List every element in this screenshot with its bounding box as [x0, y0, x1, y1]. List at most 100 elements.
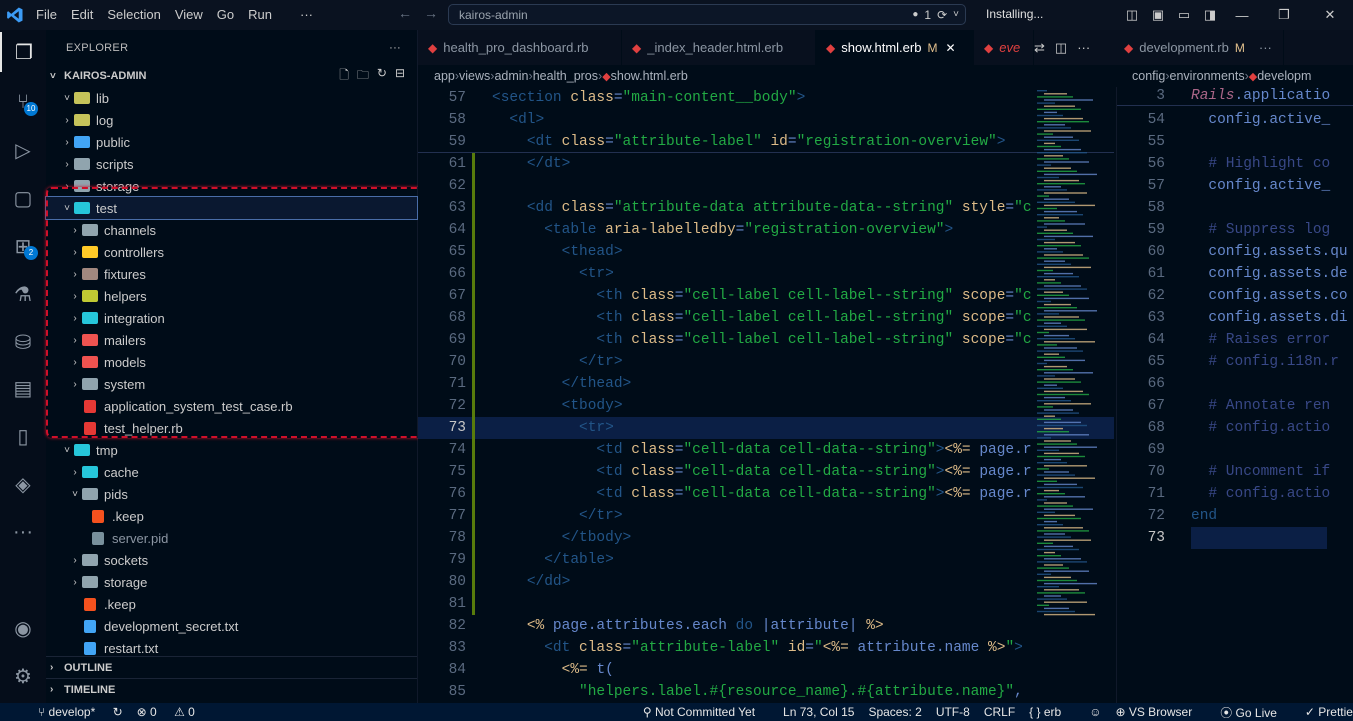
- breadcrumb-item[interactable]: environments: [1170, 69, 1245, 83]
- tab--index-header-html-erb[interactable]: ◆ _index_header.html.erb: [622, 30, 816, 65]
- go-live[interactable]: ⦿ Go Live: [1220, 704, 1291, 721]
- toggle-panel-icon[interactable]: ▭: [1171, 7, 1197, 23]
- copilot-status-icon[interactable]: ☺: [1089, 705, 1101, 719]
- menu-item-file[interactable]: File: [36, 0, 71, 30]
- minimap[interactable]: [1033, 87, 1105, 627]
- file-item[interactable]: development_secret.txt: [46, 615, 417, 637]
- source-control-icon[interactable]: ⑂ 10: [0, 82, 46, 122]
- timeline-section[interactable]: › TIMELINE: [46, 678, 417, 700]
- folder-item[interactable]: › sockets: [46, 549, 417, 571]
- tab-show-html-erb[interactable]: ◆ show.html.erb M ✕: [816, 30, 974, 65]
- file-item[interactable]: .keep: [46, 593, 417, 615]
- more-icon[interactable]: ···: [0, 512, 46, 552]
- breadcrumb-item[interactable]: admin: [494, 69, 528, 83]
- menu-item-edit[interactable]: Edit: [71, 0, 107, 30]
- more-actions-icon[interactable]: ···: [1259, 40, 1272, 55]
- new-file-icon[interactable]: 🗋: [339, 66, 349, 87]
- folder-item[interactable]: › models: [46, 351, 417, 373]
- close-tab-icon[interactable]: ✕: [945, 41, 955, 55]
- breadcrumb-item[interactable]: config: [1132, 69, 1165, 83]
- indentation[interactable]: Spaces: 2: [868, 705, 921, 719]
- run-debug-icon[interactable]: ▷: [0, 130, 46, 170]
- breadcrumb-item[interactable]: developm: [1257, 69, 1311, 83]
- folder-item[interactable]: › public: [46, 131, 417, 153]
- folder-item[interactable]: › storage: [46, 571, 417, 593]
- forward-arrow-icon[interactable]: →: [424, 5, 438, 21]
- line-number: 85: [448, 684, 466, 700]
- folder-item[interactable]: ˅ test: [45, 196, 418, 220]
- settings-gear-icon[interactable]: ⚙: [0, 656, 46, 696]
- folder-item[interactable]: › log: [46, 109, 417, 131]
- testing-icon[interactable]: ⚗: [0, 274, 46, 314]
- tab-eve[interactable]: ◆ eve ⇄ ◫ ···: [974, 30, 1090, 65]
- line-ending[interactable]: CRLF: [984, 705, 1015, 719]
- folder-item[interactable]: › controllers: [46, 241, 417, 263]
- project-header[interactable]: ˅ KAIROS-ADMIN 🗋 🗀 ↻ ⊟: [46, 65, 417, 87]
- folder-item[interactable]: › channels: [46, 219, 417, 241]
- prettier[interactable]: ✓ Prettier: [1305, 705, 1353, 719]
- remote-explorer-icon[interactable]: ▢: [0, 178, 46, 218]
- breadcrumb-item[interactable]: show.html.erb: [611, 69, 688, 83]
- folder-item[interactable]: › system: [46, 373, 417, 395]
- toggle-secondary-sidebar-icon[interactable]: ◨: [1197, 7, 1223, 23]
- folder-item[interactable]: › scripts: [46, 153, 417, 175]
- minimize-icon[interactable]: —: [1223, 8, 1261, 23]
- folder-item[interactable]: › storage: [46, 175, 417, 197]
- explorer-icon[interactable]: ❐: [0, 32, 46, 72]
- file-item[interactable]: server.pid: [46, 527, 417, 549]
- code-editor-right[interactable]: 3 Rails.applicatio 54 config.active_ 55 56 #…: [1116, 87, 1353, 703]
- tab-health-pro-dashboard-rb[interactable]: ◆ health_pro_dashboard.rb: [418, 30, 622, 65]
- breadcrumb-item[interactable]: app: [434, 69, 455, 83]
- folder-item[interactable]: ˅ lib: [46, 87, 417, 109]
- new-folder-icon[interactable]: 🗀: [357, 66, 369, 87]
- tab-development-rb[interactable]: ◆ development.rb M ···: [1114, 30, 1284, 65]
- folder-item[interactable]: › cache: [46, 461, 417, 483]
- collapse-all-icon[interactable]: ⊟: [395, 66, 405, 87]
- account-icon[interactable]: ◉: [0, 608, 46, 648]
- language-mode[interactable]: { } erb: [1029, 705, 1075, 719]
- vs-browser[interactable]: ⊕ VS Browser: [1115, 705, 1206, 719]
- folder-item[interactable]: › fixtures: [46, 263, 417, 285]
- breadcrumb-item[interactable]: views: [459, 69, 490, 83]
- encoding[interactable]: UTF-8: [936, 705, 970, 719]
- file-item[interactable]: application_system_test_case.rb: [46, 395, 417, 417]
- code-editor[interactable]: 57 <section class="main-content__body"> 58…: [418, 87, 1114, 703]
- toggle-sidebar-icon[interactable]: ▣: [1145, 7, 1171, 23]
- blame-status[interactable]: ⚲ Not Committed Yet: [643, 705, 769, 719]
- folder-item[interactable]: › helpers: [46, 285, 417, 307]
- outline-section[interactable]: › OUTLINE: [46, 656, 417, 678]
- browser-icon[interactable]: ▤: [0, 368, 46, 408]
- file-item[interactable]: .keep: [46, 505, 417, 527]
- refresh-icon[interactable]: ↻: [377, 66, 387, 87]
- more-actions-icon[interactable]: ···: [389, 42, 401, 54]
- file-item[interactable]: test_helper.rb: [46, 417, 417, 439]
- folder-item[interactable]: › mailers: [46, 329, 417, 351]
- folder-item[interactable]: ˅ pids: [46, 483, 417, 505]
- close-window-icon[interactable]: ✕: [1307, 7, 1353, 23]
- folder-item[interactable]: › integration: [46, 307, 417, 329]
- menu-item-more[interactable]: ···: [300, 0, 327, 30]
- menu-item-selection[interactable]: Selection: [107, 0, 174, 30]
- copilot-icon[interactable]: ⟳: [937, 8, 947, 22]
- folder-item[interactable]: ˅ tmp: [46, 439, 417, 461]
- more-actions-icon[interactable]: ···: [1077, 40, 1090, 56]
- menu-item-go[interactable]: Go: [217, 0, 248, 30]
- layers-icon[interactable]: ◈: [0, 464, 46, 504]
- split-editor-icon[interactable]: ◫: [1055, 40, 1067, 56]
- book-icon[interactable]: ▯: [0, 416, 46, 456]
- back-arrow-icon[interactable]: ←: [398, 5, 412, 21]
- breadcrumb-item[interactable]: health_pros: [533, 69, 598, 83]
- minimap-line: [1037, 164, 1051, 166]
- problems-indicator[interactable]: ⊗ 0 ⚠ 0: [137, 705, 209, 719]
- branch-indicator[interactable]: ⑂ develop* ↻: [38, 705, 123, 719]
- extensions-icon[interactable]: ⊞ 2: [0, 226, 46, 266]
- chevron-down-icon[interactable]: ˅: [953, 9, 959, 20]
- database-icon[interactable]: ⛁: [0, 322, 46, 362]
- layout-customize-icon[interactable]: ◫: [1119, 7, 1145, 23]
- command-center[interactable]: kairos-admin ● 1 ⟳ ˅: [448, 4, 966, 25]
- compare-icon[interactable]: ⇄: [1034, 40, 1045, 56]
- menu-item-run[interactable]: Run: [248, 0, 300, 30]
- menu-item-view[interactable]: View: [175, 0, 217, 30]
- cursor-position[interactable]: Ln 73, Col 15: [783, 705, 854, 719]
- restore-icon[interactable]: ❐: [1261, 7, 1307, 23]
